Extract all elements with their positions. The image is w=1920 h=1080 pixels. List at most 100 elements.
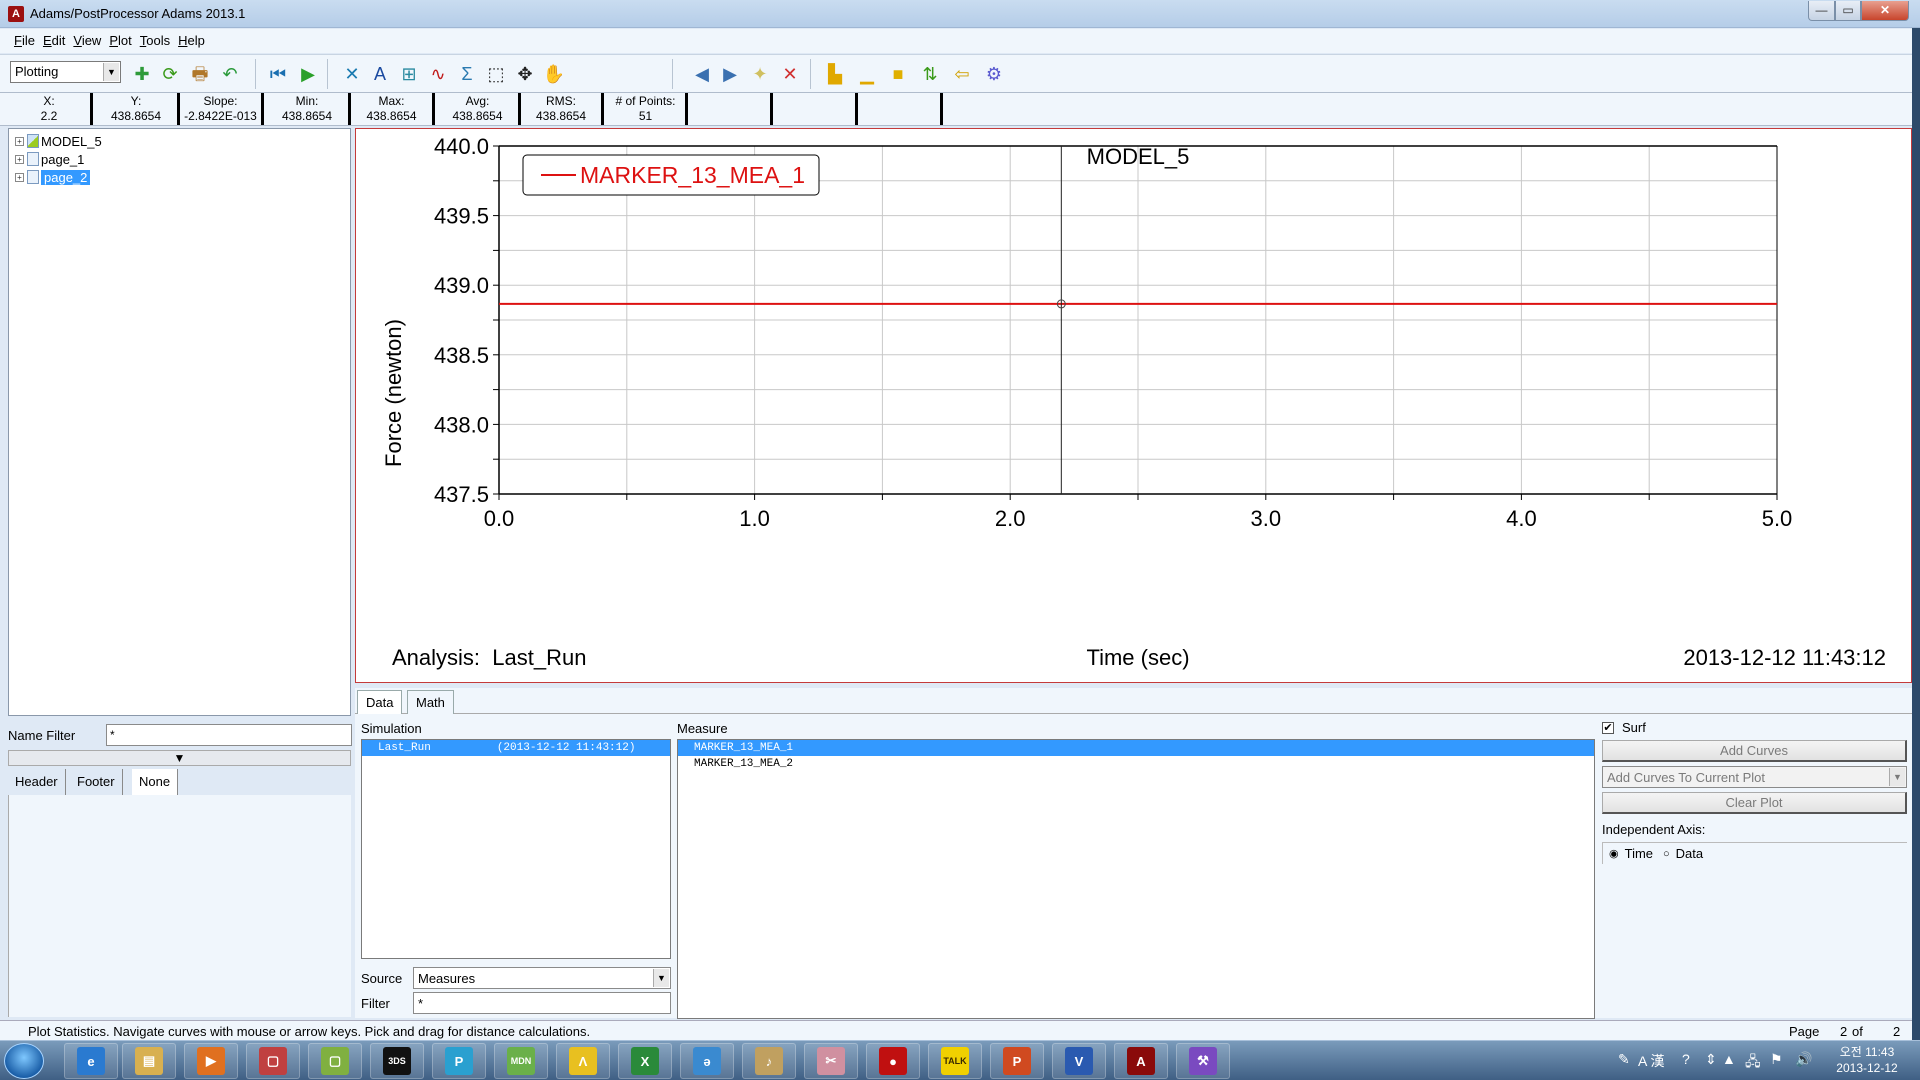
- add-curves-button[interactable]: Add Curves: [1602, 740, 1907, 762]
- adams-icon[interactable]: A: [1114, 1043, 1168, 1079]
- expand-icon[interactable]: +: [15, 172, 24, 182]
- alarm-icon[interactable]: ♪: [742, 1043, 796, 1079]
- add-mode-select[interactable]: Add Curves To Current Plot ▼: [1602, 766, 1907, 788]
- rewind-icon[interactable]: ⏮: [266, 62, 290, 86]
- next-page-icon[interactable]: ▶: [718, 62, 742, 86]
- panel-splitter[interactable]: ▼: [8, 750, 351, 766]
- undo-icon[interactable]: ↶: [218, 62, 242, 86]
- mode-select[interactable]: Plotting ▼: [10, 61, 121, 83]
- catia-icon[interactable]: 3DS: [370, 1043, 424, 1079]
- prev-page-icon[interactable]: ◀: [690, 62, 714, 86]
- tree-item-model[interactable]: + MODEL_5: [15, 132, 102, 150]
- menu-tools[interactable]: Tools: [136, 29, 174, 48]
- ie-icon[interactable]: e: [64, 1043, 118, 1079]
- menu-file[interactable]: File: [10, 29, 39, 48]
- tab-data[interactable]: Data: [357, 690, 403, 714]
- kakaotalk-icon[interactable]: TALK: [928, 1043, 982, 1079]
- media-player-icon[interactable]: ▶: [184, 1043, 238, 1079]
- app-blue-icon[interactable]: ə: [680, 1043, 734, 1079]
- curve-icon[interactable]: ∿: [426, 62, 450, 86]
- maximize-button[interactable]: ▭: [1835, 1, 1861, 21]
- plot-canvas[interactable]: 0.0 1.0 2.0 3.0 4.0 5.0 440.0 439.5 439.0 438.5 43…: [356, 129, 1911, 682]
- tab-header[interactable]: Header: [8, 769, 66, 795]
- sigma-icon[interactable]: Σ: [455, 62, 479, 86]
- powerpoint-icon[interactable]: P: [990, 1043, 1044, 1079]
- tree-item-page[interactable]: + page_2: [15, 168, 91, 186]
- text-icon[interactable]: A: [368, 62, 392, 86]
- taskbar-app-glyph: P: [445, 1047, 473, 1075]
- layout-left-icon[interactable]: ▙: [823, 62, 847, 86]
- expand-icon[interactable]: +: [15, 154, 24, 164]
- menu-view[interactable]: View: [69, 29, 105, 48]
- new-blank-page-icon[interactable]: ✦: [748, 62, 772, 86]
- tab-math[interactable]: Math: [407, 690, 454, 714]
- simulation-list[interactable]: Last_Run (2013-12-12 11:43:12): [361, 739, 671, 959]
- color-fill-icon[interactable]: ■: [886, 62, 910, 86]
- name-filter-input[interactable]: *: [106, 724, 352, 746]
- settings-gear-icon[interactable]: ⚙: [982, 62, 1006, 86]
- clock[interactable]: 오전 11:43 2013-12-12: [1822, 1044, 1912, 1076]
- mdn-icon[interactable]: MDN: [494, 1043, 548, 1079]
- measure-list-item[interactable]: MARKER_13_MEA_1: [678, 740, 1594, 756]
- filter-input[interactable]: *: [413, 992, 671, 1014]
- app-window-icon[interactable]: ▢: [246, 1043, 300, 1079]
- legend[interactable]: MARKER_13_MEA_1: [522, 154, 820, 196]
- table-icon[interactable]: ⊞: [397, 62, 421, 86]
- print-icon[interactable]: 🖶: [188, 62, 212, 86]
- recorder-icon[interactable]: ●: [866, 1043, 920, 1079]
- import-icon[interactable]: ⇦: [950, 62, 974, 86]
- excel-icon[interactable]: X: [618, 1043, 672, 1079]
- visio-icon[interactable]: V: [1052, 1043, 1106, 1079]
- layout-bottom-icon[interactable]: ▁: [855, 62, 879, 86]
- minimize-button[interactable]: —: [1808, 1, 1835, 21]
- menu-plot[interactable]: Plot: [105, 29, 135, 48]
- play-icon[interactable]: ▶: [296, 62, 320, 86]
- expand-icon[interactable]: +: [15, 136, 24, 146]
- zoom-box-icon[interactable]: ⬚: [484, 62, 508, 86]
- snipping-icon[interactable]: ✂: [804, 1043, 858, 1079]
- radio-time[interactable]: ◉: [1609, 847, 1619, 860]
- tools-app-icon[interactable]: ⚒: [1176, 1043, 1230, 1079]
- measure-list-item[interactable]: MARKER_13_MEA_2: [678, 756, 1594, 772]
- ime-indicator[interactable]: A 漢: [1638, 1051, 1664, 1071]
- tree-item-page[interactable]: + page_1: [15, 150, 84, 168]
- menu-help[interactable]: Help: [174, 29, 209, 48]
- ime-pen-icon[interactable]: ✎: [1618, 1051, 1630, 1068]
- alyac-icon[interactable]: Λ: [556, 1043, 610, 1079]
- explorer-icon[interactable]: ▤: [122, 1043, 176, 1079]
- pan-hand-icon[interactable]: ✋: [542, 62, 566, 86]
- close-button[interactable]: ✕: [1861, 1, 1909, 21]
- tray-restore-icon[interactable]: ⇕: [1705, 1051, 1717, 1068]
- swap-axes-icon[interactable]: ⇅: [918, 62, 942, 86]
- taskbar-app-glyph: 3DS: [383, 1047, 411, 1075]
- tab-none[interactable]: None: [132, 769, 179, 795]
- source-select[interactable]: Measures ▼: [413, 967, 671, 989]
- surf-checkbox-row[interactable]: ✔ Surf: [1602, 720, 1646, 735]
- chevron-down-icon[interactable]: ▼: [1889, 768, 1905, 786]
- radio-data-label[interactable]: Data: [1676, 846, 1703, 861]
- p-app-icon[interactable]: P: [432, 1043, 486, 1079]
- fit-icon[interactable]: ✥: [513, 62, 537, 86]
- tools-icon[interactable]: ✕: [340, 62, 364, 86]
- delete-page-icon[interactable]: ✕: [778, 62, 802, 86]
- chevron-down-icon[interactable]: ▼: [103, 63, 119, 81]
- clear-plot-button[interactable]: Clear Plot: [1602, 792, 1907, 814]
- radio-time-label[interactable]: Time: [1625, 846, 1653, 861]
- help-icon[interactable]: ?: [1682, 1051, 1690, 1067]
- surf-checkbox[interactable]: ✔: [1602, 721, 1614, 734]
- show-hidden-icons[interactable]: ▲: [1722, 1051, 1736, 1067]
- app-window2-icon[interactable]: ▢: [308, 1043, 362, 1079]
- tab-footer[interactable]: Footer: [70, 769, 123, 795]
- new-page-icon[interactable]: ✚: [130, 62, 154, 86]
- measure-list[interactable]: MARKER_13_MEA_1 MARKER_13_MEA_2: [677, 739, 1595, 1019]
- radio-data[interactable]: ○: [1663, 848, 1670, 860]
- menu-edit[interactable]: Edit: [39, 29, 69, 48]
- simulation-list-item[interactable]: Last_Run (2013-12-12 11:43:12): [362, 740, 670, 756]
- action-center-flag-icon[interactable]: ⚑: [1770, 1051, 1783, 1068]
- plot-area[interactable]: 0.0 1.0 2.0 3.0 4.0 5.0 440.0 439.5 439.0 438.5 43…: [355, 128, 1912, 683]
- chevron-down-icon[interactable]: ▼: [653, 969, 669, 987]
- start-button[interactable]: [4, 1043, 44, 1079]
- network-icon[interactable]: 🖧: [1745, 1051, 1761, 1075]
- reload-icon[interactable]: ⟳: [158, 62, 182, 86]
- volume-icon[interactable]: 🔊: [1795, 1051, 1812, 1068]
